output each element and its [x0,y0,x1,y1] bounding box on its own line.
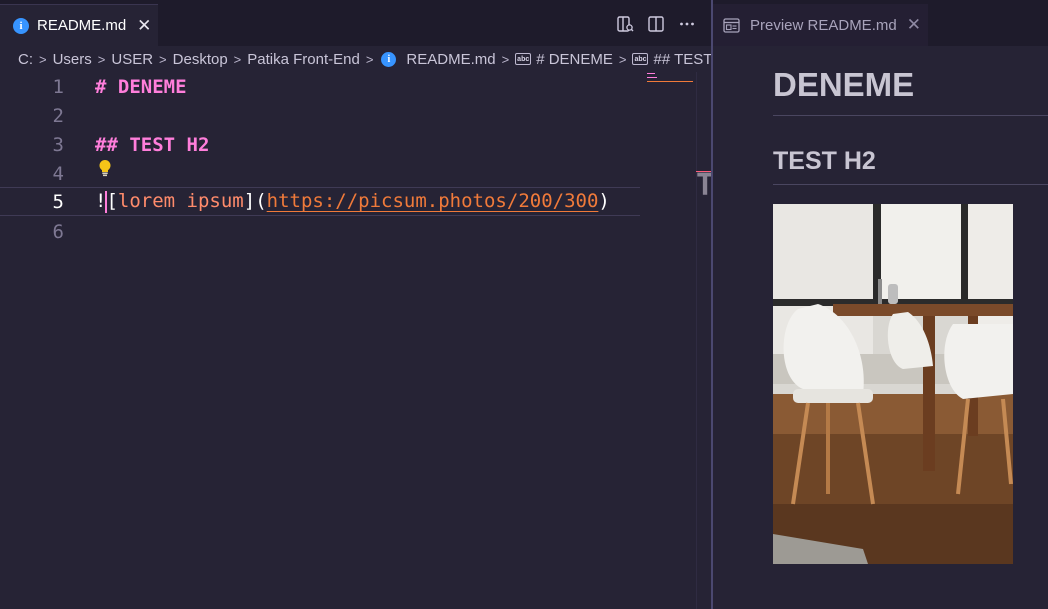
line-number: 1 [52,75,64,98]
markdown-preview: DENEME TEST H2 [713,46,1048,609]
breadcrumb-item[interactable]: USER [111,51,153,68]
scrollbar-marker [696,171,711,172]
info-icon: i [13,17,29,34]
line-number: 3 [52,133,64,156]
code-line[interactable]: 6 [0,217,640,246]
breadcrumb-item-file[interactable]: i README.md [379,50,496,68]
breadcrumb-item-label: ## TEST H [653,50,711,68]
vertical-scrollbar[interactable] [696,72,711,609]
info-icon: i [381,51,397,67]
paren-token: ) [598,190,610,213]
line-text: ## TEST H2 [95,133,210,156]
preview-group: Preview README.md ✕ DENEME TEST H2 [713,0,1048,609]
preview-tabbar: Preview README.md ✕ [713,0,1048,46]
chevron-right-icon: > [97,51,106,67]
tab-preview-readme[interactable]: Preview README.md ✕ [713,4,928,46]
breadcrumb-item[interactable]: Desktop [173,51,228,68]
chevron-right-icon: > [501,51,510,67]
paren-token: ( [255,190,267,213]
close-icon[interactable]: ✕ [907,15,921,35]
tab-readme[interactable]: i README.md ✕ [0,4,158,46]
chevron-right-icon: > [233,51,242,67]
breadcrumb: C: > Users > USER > Desktop > Patika Fro… [0,46,711,72]
breadcrumb-item[interactable]: Patika Front-End [247,51,360,68]
heading-rule [773,115,1048,116]
line-number: 4 [52,162,64,185]
code-line-active[interactable]: 5 ![lorem ipsum](https://picsum.photos/2… [0,187,640,216]
close-icon[interactable]: ✕ [136,16,152,36]
breadcrumb-item[interactable]: Users [53,51,92,68]
minimap[interactable] [645,72,695,90]
line-text: ![lorem ipsum](https://picsum.photos/200… [95,190,610,213]
url-link[interactable]: https://picsum.photos/200/300 [267,190,599,212]
editor-actions [614,13,697,34]
chevron-right-icon: > [159,51,167,67]
code-line[interactable]: 3 ## TEST H2 [0,130,640,159]
breadcrumb-item-label: # DENEME [536,50,613,68]
preview-image [773,204,1013,564]
string-symbol-icon: abc [515,53,532,65]
chevron-right-icon: > [618,51,627,67]
chevron-right-icon: > [39,51,47,67]
line-number: 6 [52,220,64,243]
code-area[interactable]: 1 # DENEME 2 3 ## TEST H2 4 5 ![lorem ip… [0,72,696,609]
preview-heading-h1: DENEME [773,66,915,103]
string-symbol-icon: abc [632,53,649,65]
split-editor-icon[interactable] [645,13,666,34]
code-line[interactable]: 1 # DENEME [0,72,640,101]
bracket-token: ] [243,190,256,213]
alt-text-token: lorem ipsum [117,190,244,213]
breadcrumb-symbol-h1[interactable]: abc # DENEME [515,51,613,68]
breadcrumb-item[interactable]: C: [18,51,33,68]
tab-label: Preview README.md [750,16,897,34]
overflow-text: T [696,168,711,203]
breadcrumb-symbol-h2[interactable]: abc ## TEST H [632,51,711,68]
more-actions-icon[interactable] [676,13,697,34]
heading-rule [773,184,1048,185]
preview-heading-h2: TEST H2 [773,147,876,175]
line-text: # DENEME [95,75,187,98]
editor-tabbar: i README.md ✕ [0,0,711,46]
code-line[interactable]: 4 [0,159,640,188]
line-number: 5 [52,190,64,213]
tab-label: README.md [37,17,127,34]
open-preview-side-icon[interactable] [614,13,635,34]
lightbulb-icon[interactable] [97,159,113,177]
code-line[interactable]: 2 [0,101,640,130]
bracket-token: [ [106,190,118,213]
editor-group: i README.md ✕ C: > Users > USER > Deskto… [0,0,711,609]
breadcrumb-item-label: README.md [406,50,496,68]
chevron-right-icon: > [365,51,374,67]
preview-icon [723,17,740,33]
line-number: 2 [52,104,64,127]
